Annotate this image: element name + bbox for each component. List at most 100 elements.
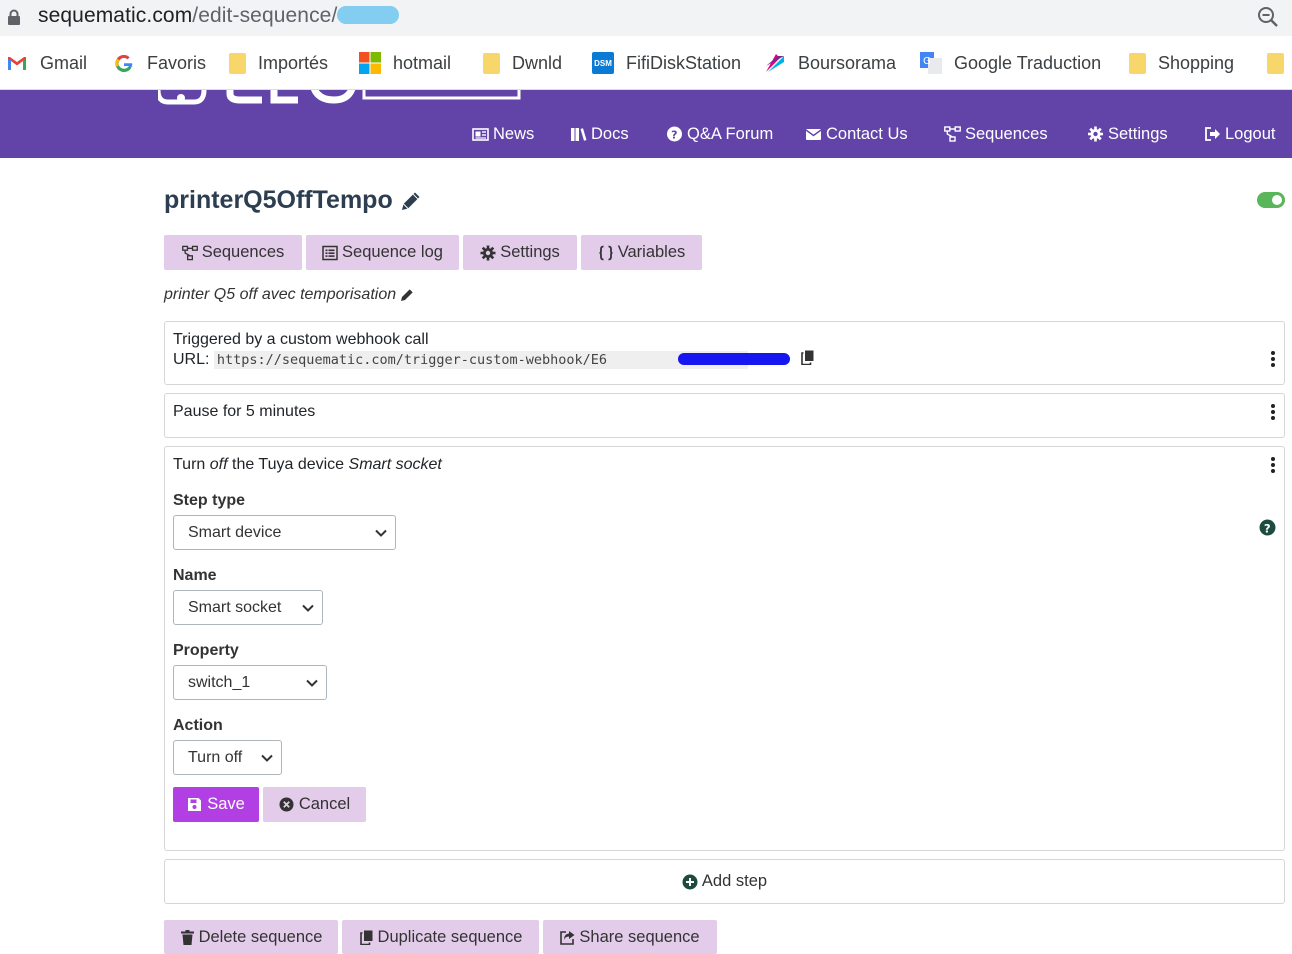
copy-icon bbox=[359, 930, 373, 945]
bookmark-label: Boursorama bbox=[798, 52, 897, 73]
nav-forum[interactable]: ? Q&A Forum bbox=[666, 123, 773, 145]
lock-icon bbox=[8, 9, 20, 25]
svg-text:G: G bbox=[923, 56, 931, 67]
pencil-icon[interactable] bbox=[399, 189, 423, 213]
nav-contact[interactable]: Contact Us bbox=[805, 123, 908, 145]
trigger-url-row: URL: https://sequematic.com/trigger-cust… bbox=[173, 350, 814, 369]
action-label: Action bbox=[173, 717, 223, 734]
bookmark-label: Gmail bbox=[40, 52, 88, 73]
chevron-down-icon bbox=[302, 604, 314, 612]
url-host: sequematic.com bbox=[38, 4, 193, 27]
site-navbar: News Docs ? Q&A Forum Contact Us Sequenc… bbox=[0, 90, 1292, 158]
url-text[interactable]: sequematic.com/edit-sequence/ bbox=[38, 4, 400, 28]
cancel-label: Cancel bbox=[298, 795, 351, 813]
delete-sequence-button[interactable]: Delete sequence bbox=[164, 920, 338, 954]
trash-icon bbox=[180, 929, 194, 945]
nav-news[interactable]: News bbox=[472, 123, 534, 145]
svg-text:?: ? bbox=[671, 129, 677, 142]
bookmark-favoris[interactable]: Favoris bbox=[113, 50, 206, 76]
floppy-icon bbox=[188, 798, 202, 811]
bookmark-label: Google Traduction bbox=[954, 52, 1102, 73]
action-middle: the Tuya device bbox=[227, 456, 349, 473]
copy-icon[interactable] bbox=[800, 350, 814, 366]
add-step-button[interactable]: Add step bbox=[164, 859, 1285, 904]
folder-icon bbox=[1267, 52, 1284, 74]
bookmark-label: Importés bbox=[258, 52, 329, 73]
pencil-icon[interactable] bbox=[399, 287, 415, 303]
action-select[interactable]: Turn off bbox=[173, 740, 282, 775]
share-sequence-button[interactable]: Share sequence bbox=[543, 920, 717, 954]
tab-settings-label: Settings bbox=[500, 243, 560, 261]
chevron-down-icon bbox=[375, 529, 387, 537]
tab-sequences-label: Sequences bbox=[201, 243, 285, 261]
nav-news-label: News bbox=[493, 124, 535, 143]
gear-icon bbox=[1088, 126, 1103, 142]
bookmark-hotmail[interactable]: hotmail bbox=[359, 50, 451, 76]
newspaper-icon bbox=[472, 128, 489, 141]
tab-sequences[interactable]: Sequences bbox=[164, 235, 302, 270]
property-label: Property bbox=[173, 642, 239, 659]
sequence-title: printerQ5OffTempo bbox=[164, 186, 393, 214]
property-value: switch_1 bbox=[188, 673, 251, 691]
site-logo-icon[interactable] bbox=[158, 90, 538, 106]
bookmark-label: Favoris bbox=[147, 52, 207, 73]
sitemap-icon bbox=[181, 245, 198, 260]
action-summary: Turn off the Tuya device Smart socket bbox=[173, 456, 442, 474]
duplicate-sequence-button[interactable]: Duplicate sequence bbox=[342, 920, 539, 954]
nav-settings[interactable]: Settings bbox=[1087, 123, 1168, 145]
property-select[interactable]: switch_1 bbox=[173, 665, 327, 700]
tab-sequence-log[interactable]: Sequence log bbox=[306, 235, 459, 270]
bookmark-label: hotmail bbox=[393, 52, 452, 73]
nav-logout[interactable]: Logout bbox=[1204, 123, 1275, 145]
nav-sequences[interactable]: Sequences bbox=[944, 123, 1048, 145]
google-icon bbox=[115, 54, 133, 72]
nav-docs[interactable]: Docs bbox=[570, 123, 629, 145]
bookmark-google-traduction[interactable]: G Google Traduction bbox=[920, 50, 1101, 76]
bookmark-dwnld[interactable]: Dwnld bbox=[483, 50, 562, 76]
folder-icon bbox=[229, 52, 246, 74]
url-path: /edit-sequence/ bbox=[192, 4, 338, 27]
sequence-enabled-toggle[interactable] bbox=[1257, 192, 1285, 208]
tab-variables[interactable]: Variables bbox=[581, 235, 702, 270]
bookmark-overflow[interactable] bbox=[1267, 50, 1292, 76]
step-menu-icon[interactable] bbox=[1271, 351, 1275, 367]
sequence-description: printer Q5 off avec temporisation bbox=[164, 286, 415, 304]
bookmark-fifidiskstation[interactable]: DSM FifiDiskStation bbox=[592, 50, 741, 76]
tab-settings[interactable]: Settings bbox=[463, 235, 577, 270]
folder-icon bbox=[1129, 52, 1146, 74]
bookmark-shopping[interactable]: Shopping bbox=[1129, 50, 1234, 76]
nav-contact-label: Contact Us bbox=[826, 124, 908, 143]
dsm-badge-text: DSM bbox=[594, 58, 612, 68]
address-bar[interactable]: sequematic.com/edit-sequence/ bbox=[0, 0, 1292, 36]
help-circle-icon[interactable]: ? bbox=[1259, 519, 1276, 536]
step-menu-icon[interactable] bbox=[1271, 457, 1275, 473]
step-card-trigger[interactable]: Triggered by a custom webhook call URL: … bbox=[164, 321, 1285, 385]
name-label: Name bbox=[173, 567, 217, 584]
bookmark-gmail[interactable]: Gmail bbox=[6, 50, 87, 76]
microsoft-icon bbox=[359, 52, 381, 74]
webhook-url[interactable]: https://sequematic.com/trigger-custom-we… bbox=[213, 351, 749, 369]
bookmark-boursorama[interactable]: Boursorama bbox=[764, 50, 896, 76]
step-menu-icon[interactable] bbox=[1271, 404, 1275, 420]
action-state: off bbox=[209, 456, 228, 473]
step-card-action: Turn off the Tuya device Smart socket ? … bbox=[164, 446, 1285, 851]
step-type-select[interactable]: Smart device bbox=[173, 515, 396, 550]
cancel-button[interactable]: Cancel bbox=[263, 787, 366, 822]
close-circle-icon bbox=[279, 797, 294, 812]
step-card-pause[interactable]: Pause for 5 minutes bbox=[164, 393, 1285, 438]
folder-icon bbox=[483, 52, 500, 74]
device-name-select[interactable]: Smart socket bbox=[173, 590, 323, 625]
tab-variables-label: Variables bbox=[617, 243, 686, 261]
gear-icon bbox=[480, 245, 496, 260]
add-step-label: Add step bbox=[701, 872, 768, 890]
bookmark-importes[interactable]: Importés bbox=[229, 50, 328, 76]
url-redaction bbox=[337, 6, 400, 24]
zoom-icon[interactable] bbox=[1256, 5, 1280, 29]
trigger-text: Triggered by a custom webhook call bbox=[173, 331, 429, 348]
chevron-down-icon bbox=[261, 754, 273, 762]
save-button[interactable]: Save bbox=[173, 787, 259, 822]
bookmarks-bar: Gmail Favoris Importés hotmail Dwnld DSM… bbox=[0, 36, 1292, 90]
tab-log-label: Sequence log bbox=[342, 243, 443, 261]
page-title: printerQ5OffTempo bbox=[164, 186, 423, 215]
nav-logout-label: Logout bbox=[1225, 124, 1276, 143]
